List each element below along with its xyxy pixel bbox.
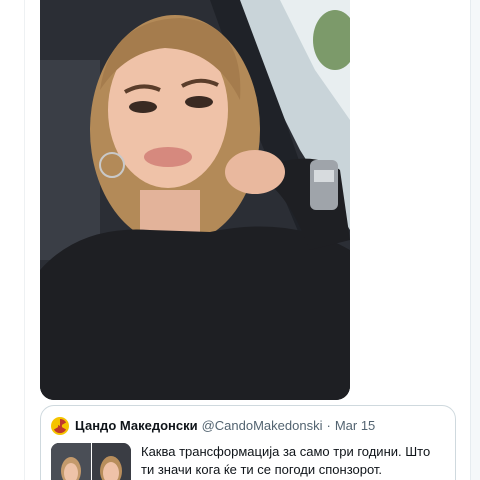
timeline-column: Цандо Македонски @CandoMakedonski · Mar … (0, 0, 471, 480)
header-separator: · (326, 418, 331, 433)
thread-line (24, 0, 25, 480)
quoted-author-handle[interactable]: @CandoMakedonski (202, 418, 323, 434)
radiation-icon[interactable] (51, 417, 69, 435)
quoted-tweet-date[interactable]: Mar 15 (335, 418, 375, 434)
tweet-photo[interactable] (40, 0, 350, 400)
quoted-tweet-header: Цандо Македонски @CandoMakedonski · Mar … (51, 417, 375, 435)
quoted-tweet-card[interactable]: Цандо Македонски @CandoMakedonski · Mar … (40, 405, 456, 480)
quoted-author-name[interactable]: Цандо Македонски (75, 418, 198, 434)
quoted-tweet-thumbnail[interactable] (51, 443, 131, 480)
twitter-page: Цандо Македонски @CandoMakedonski · Mar … (0, 0, 480, 480)
quoted-tweet-text: Каква трансформација за само три години.… (141, 444, 431, 477)
